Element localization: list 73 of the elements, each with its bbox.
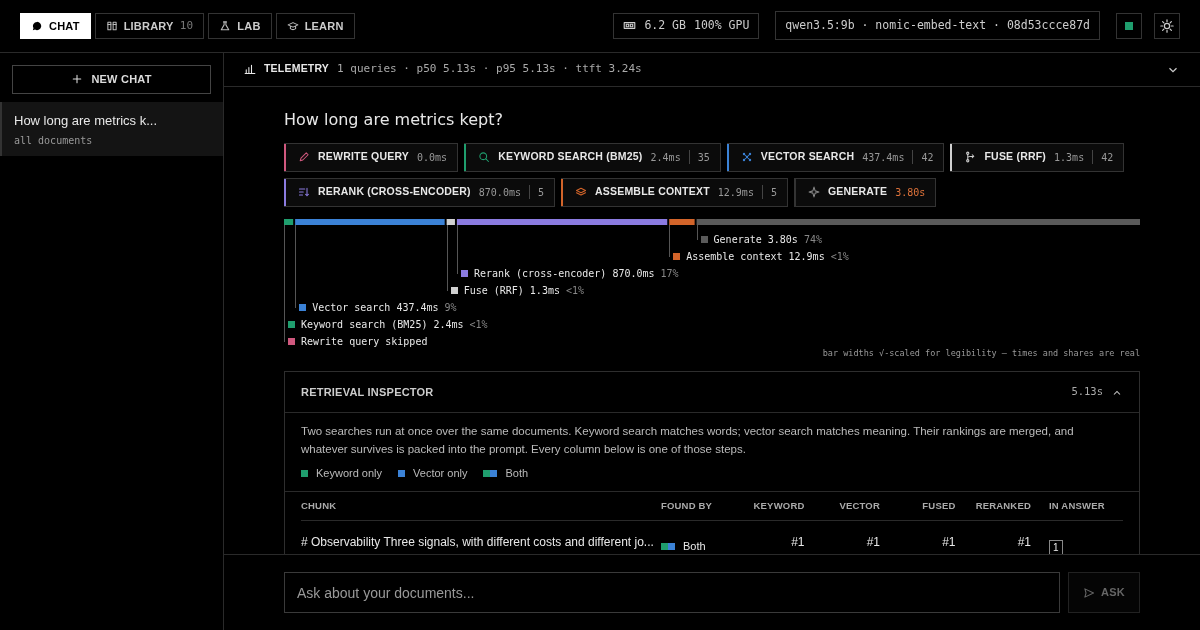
question-heading: How long are metrics kept? — [284, 108, 504, 131]
pipeline-step-chip[interactable]: FUSE (RRF) 1.3ms 42 — [950, 142, 1125, 172]
timeline-label: Generate 3.80s — [713, 232, 798, 247]
share-label: <1% — [830, 249, 849, 264]
pipeline-step-chip[interactable]: KEYWORD SEARCH (BM25) 2.4ms 35 — [464, 142, 721, 172]
duration-label: 5.13s — [1071, 384, 1103, 400]
timeline-label: Vector search 437.4ms — [312, 300, 439, 315]
chunk-title: # Observability Three signals, with different costs and different jo... — [301, 533, 655, 551]
leader-line — [446, 224, 448, 291]
flask-icon — [219, 19, 232, 32]
legend-label: Both — [505, 466, 529, 482]
leader-line — [696, 224, 698, 240]
chat-bubble-icon — [31, 19, 43, 32]
pencil-icon — [298, 151, 310, 164]
pipeline-step-chip[interactable]: ASSEMBLE CONTEXT 12.9ms 5 — [561, 177, 788, 207]
source-swatch — [661, 542, 675, 550]
rank-cell-text: #1 — [1016, 533, 1032, 551]
timeline-label: Assemble context 12.9ms — [686, 249, 825, 264]
chat-history-item[interactable]: How long are metrics k... all documents — [0, 101, 223, 157]
timeline-label: Rewrite query skipped — [301, 334, 428, 349]
branch-icon — [964, 151, 977, 164]
graduation-cap-icon — [286, 19, 299, 32]
bar-chart-icon — [244, 63, 256, 76]
nodes-icon — [740, 151, 753, 164]
plus-icon — [71, 73, 84, 86]
leader-line — [669, 224, 671, 257]
nav-tab[interactable]: LAB — [208, 12, 272, 39]
column-header: FUSED — [921, 498, 957, 513]
new-chat-button[interactable]: NEW CHAT — [12, 64, 211, 94]
nav-tab[interactable]: LEARN — [275, 12, 355, 39]
nav-tab[interactable]: LIBRARY 10 — [94, 12, 205, 39]
rank-cell-text: #1 — [865, 533, 881, 551]
gpu-memory-chip: 6.2 GB 100% GPU — [613, 12, 760, 39]
share-label: <1% — [469, 317, 488, 332]
timeline-label: Keyword search (BM25) 2.4ms — [301, 317, 464, 332]
share-label: 17% — [660, 266, 679, 281]
share-label: <1% — [565, 283, 584, 298]
description-text: Two searches run at once over the same documents. Keyword search matches words; vector search matches meaning. Their rankings are merged, and whatever survives is packed into the prompt. Every column below is one of those steps. — [300, 424, 1075, 458]
books-icon — [105, 19, 118, 32]
leader-line — [456, 224, 458, 274]
search-icon — [478, 151, 491, 164]
section-title: TELEMETRY — [264, 61, 330, 77]
chart-note: bar widths √-scaled for legibility — times and shares are real — [821, 346, 1140, 360]
found-by-label: Both — [683, 538, 706, 554]
column-header: KEYWORD — [752, 498, 806, 513]
sparkle-icon — [807, 186, 820, 199]
pipeline-step-chip[interactable]: REWRITE QUERY 0.0ms — [284, 142, 459, 172]
share-label: 74% — [803, 232, 822, 247]
column-header: RERANKED — [974, 498, 1032, 513]
nav-tab[interactable]: CHAT — [20, 12, 91, 39]
column-header: VECTOR — [838, 498, 881, 513]
pipeline-step-chip[interactable]: GENERATE 3.80s — [793, 177, 937, 207]
pipeline-step-chip[interactable]: VECTOR SEARCH 437.4ms 42 — [726, 142, 945, 172]
panel-title: RETRIEVAL INSPECTOR — [301, 385, 434, 401]
column-header: FOUND BY — [661, 498, 714, 513]
model-info-chip: qwen3.5:9b · nomic-embed-text · 08d53ccce87d — [775, 11, 1100, 41]
sort-down-icon — [298, 186, 310, 199]
timeline-label: Fuse (RRF) 1.3ms — [463, 283, 560, 298]
legend-swatch — [483, 470, 498, 478]
pipeline-step-chip[interactable]: RERANK (CROSS-ENCODER) 870.0ms 5 — [284, 177, 555, 207]
share-label: 9% — [444, 300, 457, 315]
status-button[interactable] — [1116, 12, 1142, 39]
column-header: CHUNK — [301, 498, 338, 513]
column-header: IN ANSWER — [1048, 498, 1106, 513]
rank-cell-text: #1 — [790, 533, 806, 551]
theme-toggle-button[interactable] — [1154, 12, 1180, 39]
timeline-label: Rerank (cross-encoder) 870.0ms — [473, 266, 655, 281]
legend-label: Vector only — [413, 466, 468, 482]
rank-cell-text: #1 — [941, 533, 957, 551]
sun-icon — [1160, 18, 1174, 33]
send-icon — [1083, 586, 1096, 599]
legend-label: Keyword only — [316, 466, 383, 482]
telemetry-summary: 1 queries · p50 5.13s · p95 5.13s · ttft 3.24s — [337, 60, 642, 77]
